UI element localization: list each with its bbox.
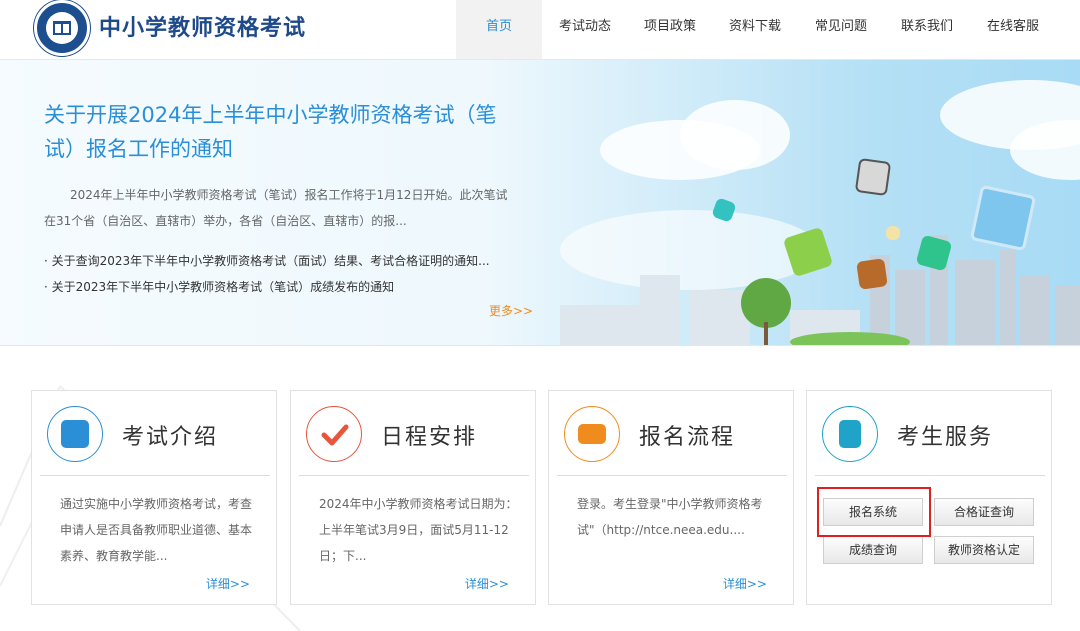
news-item-text[interactable]: 关于2023年下半年中小学教师资格考试（笔试）成绩发布的通知 (52, 280, 395, 294)
card-title[interactable]: 日程安排 (381, 419, 477, 451)
card-text: 通过实施中小学教师资格考试，考查申请人是否具备教师职业道德、基本素养、教育教学能… (60, 497, 253, 563)
nav-item-exam-news[interactable]: 考试动态 (542, 0, 628, 59)
grass-decoration (790, 332, 910, 345)
divider (557, 475, 787, 476)
cube-decoration (856, 258, 888, 290)
certificate-query-button[interactable]: 合格证查询 (934, 498, 1034, 526)
news-item-text[interactable]: 关于查询2023年下半年中小学教师资格考试（面试）结果、考试合格证明的通知... (52, 254, 490, 268)
card-text: 登录。考生登录"中小学教师资格考试"（http://ntce.neea.edu.… (577, 497, 763, 537)
more-link[interactable]: 更多>> (489, 302, 533, 319)
cloud-decoration (680, 100, 790, 170)
music-cube-decoration (969, 184, 1037, 252)
details-link[interactable]: 详细>> (723, 575, 767, 592)
site-header: 中小学教师资格考试 首页 考试动态 项目政策 资料下载 常见问题 联系我们 在线… (0, 0, 1080, 60)
divider (40, 475, 270, 476)
id-card-icon (822, 406, 878, 462)
checkmark-icon (306, 406, 362, 462)
card-registration-process: 报名流程 登录。考生登录"中小学教师资格考试"（http://ntce.neea… (548, 390, 794, 605)
news-list: · 关于查询2023年下半年中小学教师资格考试（面试）结果、考试合格证明的通知.… (44, 248, 524, 300)
document-edit-icon (47, 406, 103, 462)
card-exam-intro: 考试介绍 通过实施中小学教师资格考试，考查申请人是否具备教师职业道德、基本素养、… (31, 390, 277, 605)
cloud-decoration (560, 210, 820, 290)
skyline-building (955, 260, 995, 345)
piano-cube-decoration (854, 157, 892, 197)
skyline-building (1055, 285, 1080, 345)
card-title[interactable]: 报名流程 (639, 419, 735, 451)
skyline-building (640, 275, 680, 345)
book-icon (53, 21, 71, 35)
news-item[interactable]: · 关于2023年下半年中小学教师资格考试（笔试）成绩发布的通知 (44, 274, 524, 300)
divider (299, 475, 529, 476)
card-title[interactable]: 考生服务 (897, 419, 993, 451)
nav-item-downloads[interactable]: 资料下载 (712, 0, 798, 59)
banner-description: 2024年上半年中小学教师资格考试（笔试）报名工作将于1月12日开始。此次笔试在… (44, 188, 508, 228)
nav-item-policy[interactable]: 项目政策 (628, 0, 712, 59)
news-item[interactable]: · 关于查询2023年下半年中小学教师资格考试（面试）结果、考试合格证明的通知.… (44, 248, 524, 274)
highlight-annotation (817, 487, 931, 537)
nav-item-faq[interactable]: 常见问题 (798, 0, 884, 59)
hero-banner: 关于开展2024年上半年中小学教师资格考试（笔试）报名工作的通知 2024年上半… (0, 60, 1080, 346)
details-link[interactable]: 详细>> (465, 575, 509, 592)
nav-item-home[interactable]: 首页 (456, 0, 542, 59)
nav-item-contact[interactable]: 联系我们 (884, 0, 970, 59)
score-query-button[interactable]: 成绩查询 (823, 536, 923, 564)
skyline-building (895, 270, 925, 345)
site-logo[interactable] (34, 0, 90, 56)
banner-headline[interactable]: 关于开展2024年上半年中小学教师资格考试（笔试）报名工作的通知 (44, 98, 514, 166)
tree-trunk (764, 322, 768, 345)
details-link[interactable]: 详细>> (206, 575, 250, 592)
card-title[interactable]: 考试介绍 (122, 419, 218, 451)
card-schedule: 日程安排 2024年中小学教师资格考试日期为：上半年笔试3月9日，面试5月11-… (290, 390, 536, 605)
cube-decoration (886, 226, 900, 240)
skyline-building (1000, 250, 1016, 345)
divider (815, 475, 1045, 476)
nav-item-online-service[interactable]: 在线客服 (970, 0, 1056, 59)
card-text: 2024年中小学教师资格考试日期为：上半年笔试3月9日，面试5月11-12日；下… (319, 497, 518, 563)
skyline-building (1020, 275, 1050, 345)
main-nav: 首页 考试动态 项目政策 资料下载 常见问题 联系我们 在线客服 (456, 0, 1056, 59)
form-edit-icon (564, 406, 620, 462)
teacher-qualification-button[interactable]: 教师资格认定 (934, 536, 1034, 564)
tree-decoration (741, 278, 791, 328)
site-title[interactable]: 中小学教师资格考试 (99, 10, 306, 42)
